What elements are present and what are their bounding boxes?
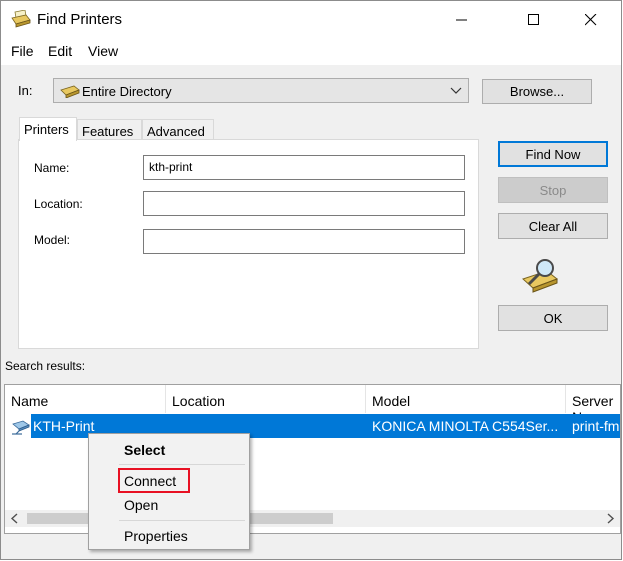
close-icon [585,14,597,26]
context-menu-open[interactable]: Open [124,497,158,513]
search-results-label: Search results: [5,359,86,373]
minimize-icon [456,19,467,21]
row-name: KTH-Print [33,418,95,434]
clear-all-button[interactable]: Clear All [498,213,608,239]
menu-edit[interactable]: Edit [48,43,72,59]
search-printer-icon [522,259,558,293]
row-server: print-fm [572,418,620,434]
browse-button[interactable]: Browse... [482,79,592,104]
scroll-left-icon[interactable] [10,513,20,524]
tab-features[interactable]: Features [77,119,142,141]
window-title: Find Printers [37,11,123,28]
context-menu-properties[interactable]: Properties [124,528,188,544]
context-menu-separator [119,520,245,521]
maximize-button[interactable] [511,1,557,39]
model-input[interactable] [143,229,465,254]
in-dropdown-value: Entire Directory [82,84,172,99]
name-label: Name: [34,161,70,175]
column-header-server[interactable]: Server N [566,385,620,425]
directory-icon [60,85,80,98]
find-now-button[interactable]: Find Now [498,141,608,167]
tab-advanced[interactable]: Advanced [142,119,214,141]
in-dropdown[interactable]: Entire Directory [53,78,469,103]
ok-button[interactable]: OK [498,305,608,331]
chevron-down-icon [450,87,462,94]
context-menu-connect[interactable]: Connect [124,473,176,489]
minimize-button[interactable] [439,1,485,39]
network-printer-icon [12,420,30,435]
context-menu-separator [119,464,245,465]
column-header-name[interactable]: Name [5,385,166,413]
close-button[interactable] [568,1,614,39]
context-menu: Select Connect Open Properties [88,433,250,550]
location-input[interactable] [143,191,465,216]
find-printers-window: Find Printers File Edit View In: Entire … [0,0,622,560]
menu-bar: File Edit View [1,39,621,65]
stop-button[interactable]: Stop [498,177,608,203]
maximize-icon [528,14,539,25]
printer-icon [11,10,31,28]
tab-printers[interactable]: Printers [19,117,77,141]
model-label: Model: [34,233,71,247]
context-menu-select[interactable]: Select [124,442,165,458]
location-label: Location: [34,197,83,211]
menu-file[interactable]: File [11,43,34,59]
row-model: KONICA MINOLTA C554Ser... [372,418,559,434]
column-header-location[interactable]: Location [166,385,366,413]
column-header-model[interactable]: Model [366,385,566,413]
scroll-right-icon[interactable] [605,513,615,524]
name-input[interactable]: kth-print [143,155,465,180]
title-bar: Find Printers [1,1,621,39]
menu-view[interactable]: View [88,43,118,59]
in-label: In: [18,83,33,98]
